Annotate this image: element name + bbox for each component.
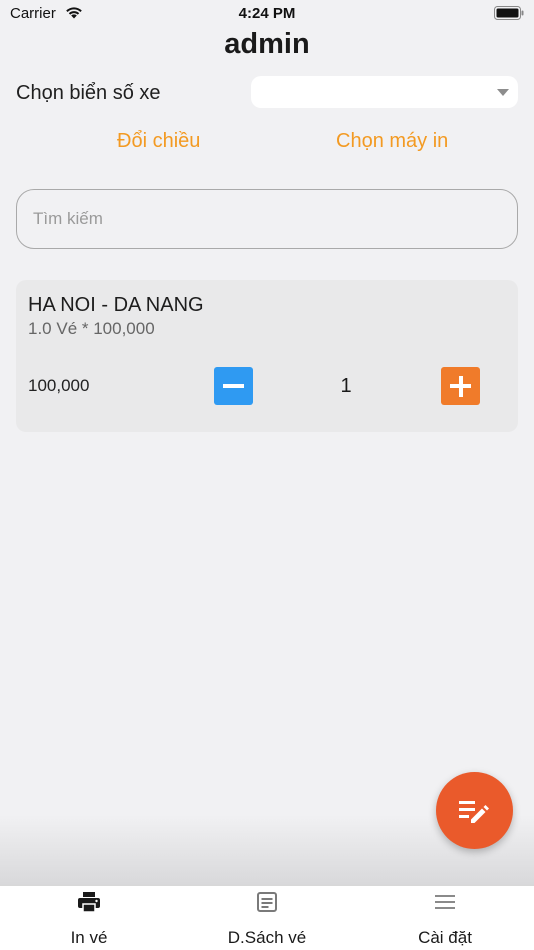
edit-list-fab[interactable] — [436, 772, 513, 849]
increase-quantity-button[interactable] — [441, 367, 480, 405]
ticket-list-icon — [257, 892, 277, 912]
edit-note-icon — [459, 801, 489, 823]
battery-icon — [494, 6, 524, 20]
printer-icon — [78, 892, 100, 913]
status-bar: Carrier 4:24 PM — [0, 0, 534, 28]
plate-select-dropdown[interactable] — [251, 76, 518, 108]
tab-label: D.Sách vé — [227, 928, 307, 947]
choose-printer-button[interactable]: Chọn máy in — [336, 130, 448, 153]
ticket-formula: 1.0 Vé * 100,000 — [28, 319, 155, 338]
quantity-value: 1 — [340, 375, 352, 397]
ticket-price: 100,000 — [28, 376, 90, 395]
chevron-down-icon — [497, 89, 509, 96]
page-title: admin — [224, 28, 310, 60]
ticket-card: HA NOI - DA NANG 1.0 Vé * 100,000 100,00… — [16, 280, 518, 432]
decrease-quantity-button[interactable] — [214, 367, 253, 405]
tab-print-ticket[interactable]: In vé — [0, 886, 178, 950]
route-name: HA NOI - DA NANG — [28, 294, 204, 316]
tab-label: Cài đặt — [418, 928, 472, 947]
minus-icon — [223, 384, 244, 388]
swap-direction-button[interactable]: Đổi chiều — [117, 130, 200, 153]
clock: 4:24 PM — [238, 5, 296, 22]
tab-ticket-list[interactable]: D.Sách vé — [178, 886, 356, 950]
tab-label: In vé — [70, 928, 108, 947]
plate-select-label: Chọn biển số xe — [16, 82, 161, 104]
tab-settings[interactable]: Cài đặt — [356, 886, 534, 950]
menu-icon — [435, 895, 455, 909]
tab-bar: In vé D.Sách vé Cài đặt — [0, 885, 534, 950]
search-input[interactable] — [16, 189, 518, 249]
